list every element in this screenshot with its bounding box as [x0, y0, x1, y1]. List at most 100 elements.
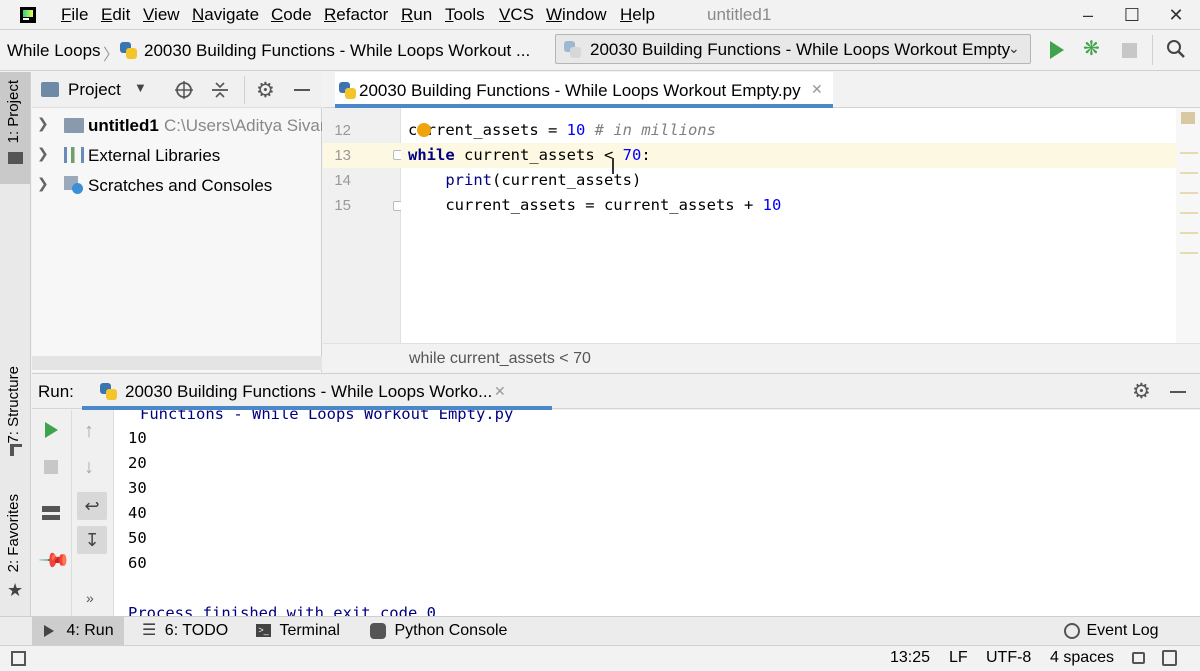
console-output-line: 60	[128, 554, 147, 572]
line-number: 13	[334, 147, 351, 164]
tool-tab-python-console[interactable]: Python Console	[370, 617, 507, 645]
tool-tab-run[interactable]: 4: Run	[32, 617, 124, 645]
breadcrumb-file[interactable]: 20030 Building Functions - While Loops W…	[144, 41, 530, 61]
run-tab-active[interactable]: 20030 Building Functions - While Loops W…	[82, 374, 552, 410]
minimize-icon[interactable]: –	[1076, 3, 1100, 27]
editor-tab-label: 20030 Building Functions - While Loops W…	[359, 81, 801, 100]
horizontal-scrollbar[interactable]	[32, 356, 322, 370]
menu-code[interactable]: Code	[271, 5, 312, 25]
code-token: print	[445, 171, 492, 189]
collapse-all-icon[interactable]	[210, 80, 230, 100]
chevron-right-icon[interactable]: ❯	[37, 145, 49, 162]
tree-item-external-libraries[interactable]: ❯ External Libraries	[32, 142, 322, 170]
lock-icon[interactable]	[1132, 652, 1145, 664]
breadcrumb-folder[interactable]: While Loops	[7, 41, 101, 61]
stop-icon[interactable]	[44, 460, 58, 474]
debug-icon[interactable]: ❋	[1083, 39, 1100, 59]
scratches-label: Scratches and Consoles	[88, 176, 273, 195]
menu-navigate[interactable]: Navigate	[192, 5, 259, 25]
chevron-right-icon[interactable]: ❯	[37, 115, 49, 132]
menu-help[interactable]: Help	[620, 5, 655, 25]
layout-icon[interactable]	[42, 506, 60, 520]
editor-error-stripe[interactable]	[1176, 108, 1200, 343]
inspection-status-icon[interactable]	[1181, 112, 1195, 124]
structure-tool-tab[interactable]: 7: Structure	[0, 364, 30, 464]
project-view-label[interactable]: Project	[68, 80, 121, 100]
tree-item-root[interactable]: ❯ untitled1 C:\Users\Aditya Sivar	[32, 112, 322, 140]
code-line-current: while current_assets < 70:	[401, 143, 1176, 168]
editor-tab-bar: 20030 Building Functions - While Loops W…	[323, 72, 1200, 108]
search-icon[interactable]	[1166, 39, 1186, 59]
run-toolbar-primary: 📌	[32, 410, 72, 616]
arrow-up-icon[interactable]: ↑	[84, 420, 94, 443]
line-number: 15	[334, 197, 351, 214]
run-icon[interactable]	[1050, 41, 1064, 59]
stripe-mark	[1180, 172, 1198, 174]
run-configuration-dropdown[interactable]: 20030 Building Functions - While Loops W…	[555, 34, 1031, 64]
close-tab-icon[interactable]: ✕	[494, 383, 506, 400]
chevron-down-icon[interactable]: ▼	[134, 80, 147, 95]
chevron-right-icon[interactable]: ❯	[37, 175, 49, 192]
tool-tab-terminal-label: Terminal	[279, 622, 340, 639]
indent-setting[interactable]: 4 spaces	[1050, 649, 1114, 667]
console-output-line: 50	[128, 529, 147, 547]
tool-tab-terminal[interactable]: >_ Terminal	[256, 617, 340, 645]
more-icon[interactable]: »	[86, 590, 94, 606]
external-libraries-label: External Libraries	[88, 146, 221, 165]
file-encoding[interactable]: UTF-8	[986, 649, 1031, 667]
tool-tab-todo[interactable]: ☰ 6: TODO	[142, 617, 228, 645]
maximize-icon[interactable]: ☐	[1120, 3, 1144, 27]
gear-icon[interactable]: ⚙	[1132, 379, 1151, 404]
menu-file[interactable]: File	[61, 5, 88, 25]
line-separator[interactable]: LF	[949, 649, 968, 667]
menu-tools[interactable]: Tools	[445, 5, 485, 25]
hide-panel-icon[interactable]	[1170, 391, 1186, 393]
arrow-down-icon[interactable]: ↓	[84, 456, 94, 479]
close-tab-icon[interactable]: ✕	[811, 81, 823, 98]
favorites-tool-tab[interactable]: 2: Favorites ★	[0, 492, 30, 602]
left-tool-strip: 1: Project 7: Structure 2: Favorites ★	[0, 72, 31, 616]
menu-run[interactable]: Run	[401, 5, 432, 25]
tool-tab-todo-label: 6: TODO	[164, 622, 229, 639]
menu-view[interactable]: View	[143, 5, 180, 25]
notifications-icon[interactable]	[1162, 650, 1177, 666]
menu-window[interactable]: Window	[546, 5, 606, 25]
run-tab-label: 20030 Building Functions - While Loops W…	[125, 382, 493, 401]
editor-tab-active[interactable]: 20030 Building Functions - While Loops W…	[335, 72, 833, 108]
close-icon[interactable]: ✕	[1164, 3, 1188, 27]
code-token: current_assets <	[454, 146, 623, 164]
caret-position[interactable]: 13:25	[890, 649, 930, 667]
event-log-button[interactable]: Event Log	[1064, 617, 1159, 645]
menu-vcs[interactable]: VCS	[499, 5, 534, 25]
code-editor[interactable]: current_assets = 10 # in millions while …	[401, 108, 1176, 343]
menu-edit[interactable]: Edit	[101, 5, 130, 25]
breadcrumb-separator-icon: 〉	[103, 47, 120, 64]
chevron-down-icon: ⌄	[1008, 40, 1020, 56]
project-tool-tab[interactable]: 1: Project	[0, 72, 30, 184]
soft-wrap-icon[interactable]: ↩	[77, 492, 107, 520]
code-token: :	[641, 146, 651, 164]
hide-panel-icon[interactable]	[294, 89, 310, 91]
menu-refactor[interactable]: Refactor	[324, 5, 388, 25]
gear-icon[interactable]: ⚙	[256, 78, 275, 103]
code-token: current_assets = current_assets +	[445, 196, 763, 214]
lightbulb-icon[interactable]	[417, 123, 431, 137]
breadcrumb-item[interactable]: while current_assets < 70	[409, 350, 591, 368]
console-output[interactable]: Functions - While Loops Workout Empty.py…	[114, 410, 1200, 616]
project-tab-label: 1: Project	[5, 80, 22, 144]
console-output-line: 20	[128, 454, 147, 472]
locate-icon[interactable]	[174, 80, 194, 100]
scroll-to-end-icon[interactable]: ↧	[77, 526, 107, 554]
code-token: =	[538, 121, 567, 139]
navigation-bar: While Loops 〉 20030 Building Functions -…	[0, 31, 1200, 71]
project-view-icon	[41, 82, 59, 97]
pin-icon[interactable]: 📌	[37, 543, 72, 578]
tree-item-scratches[interactable]: ❯ Scratches and Consoles	[32, 172, 322, 200]
toggle-tool-windows-icon[interactable]	[11, 651, 26, 666]
tool-tab-python-console-label: Python Console	[394, 622, 508, 639]
folder-icon	[64, 118, 84, 133]
rerun-icon[interactable]	[45, 422, 58, 438]
stop-icon[interactable]	[1122, 43, 1137, 58]
project-panel: Project ▼ ⚙ ❯ untitled1 C:\Users\Aditya …	[32, 72, 322, 372]
